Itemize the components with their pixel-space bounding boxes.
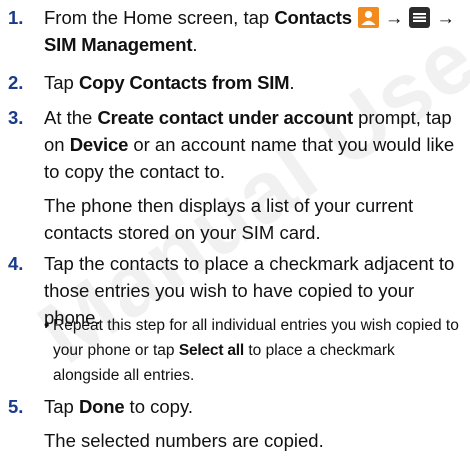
sim-management-label: SIM Management bbox=[44, 34, 193, 55]
step-text: At the bbox=[44, 107, 98, 128]
arrow-icon: → bbox=[384, 7, 404, 28]
select-all-label: Select all bbox=[178, 342, 245, 359]
step-note: The selected numbers are copied. bbox=[44, 430, 324, 451]
step-number: 3. bbox=[8, 107, 24, 128]
step-note: The phone then displays a list of your c… bbox=[44, 195, 414, 243]
contacts-label: Contacts bbox=[274, 7, 352, 28]
bullet-icon: • bbox=[44, 317, 50, 334]
step-number: 1. bbox=[8, 7, 24, 28]
menu-icon bbox=[409, 7, 431, 28]
punctuation: . bbox=[289, 72, 295, 93]
device-label: Device bbox=[69, 134, 129, 155]
arrow-icon: → bbox=[436, 7, 455, 28]
contacts-icon bbox=[357, 7, 379, 28]
bullet-item: • Repeat this step for all individual en… bbox=[44, 313, 460, 388]
step-5: 5. Tap Done to copy. The selected number… bbox=[8, 393, 462, 454]
step-body: Tap Copy Contacts from SIM. bbox=[44, 69, 462, 96]
step-text: Tap bbox=[44, 72, 79, 93]
step-number: 4. bbox=[8, 253, 24, 274]
step-text: From the Home screen, tap bbox=[44, 7, 275, 28]
bullet-text: Repeat this step for all individual entr… bbox=[53, 313, 460, 388]
copy-contacts-label: Copy Contacts from SIM bbox=[78, 72, 290, 93]
step-number: 5. bbox=[8, 396, 24, 417]
step-2: 2. Tap Copy Contacts from SIM. bbox=[8, 69, 462, 96]
step-body: Tap Done to copy. The selected numbers a… bbox=[44, 393, 462, 454]
step-1: 1. From the Home screen, tap Contacts → … bbox=[8, 4, 462, 58]
step-text: Tap bbox=[44, 396, 79, 417]
done-label: Done bbox=[78, 396, 125, 417]
step-3: 3. At the Create contact under account p… bbox=[8, 104, 462, 246]
punctuation: . bbox=[192, 34, 198, 55]
step-body: From the Home screen, tap Contacts → → S… bbox=[44, 4, 462, 58]
create-contact-label: Create contact under account bbox=[97, 107, 353, 128]
step-number: 2. bbox=[8, 72, 24, 93]
step-body: At the Create contact under account prom… bbox=[44, 104, 462, 246]
step-text: to copy. bbox=[124, 396, 193, 417]
